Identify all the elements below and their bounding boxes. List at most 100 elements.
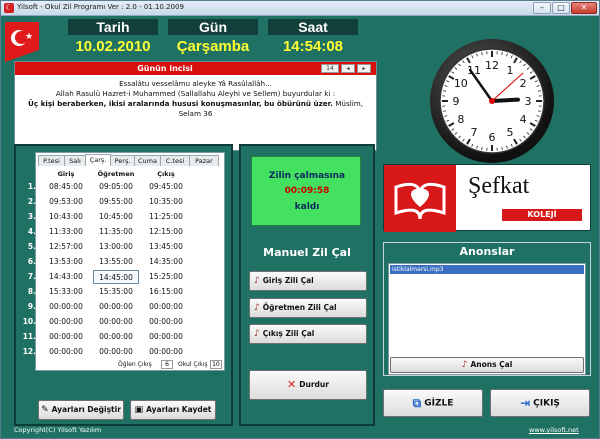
schedule-cell-cikis[interactable]: 00:00:00 bbox=[143, 330, 189, 344]
clock-numeral: 7 bbox=[471, 126, 478, 139]
schedule-cell-cikis[interactable]: 00:00:00 bbox=[143, 300, 189, 314]
row-number: 4. bbox=[27, 227, 36, 236]
schedule-cell-ogretmen[interactable]: 09:55:00 bbox=[93, 195, 139, 209]
row-number: 5. bbox=[27, 242, 36, 251]
schedule-cell-cikis[interactable]: 00:00:00 bbox=[143, 315, 189, 329]
quote-source: Müslim, bbox=[332, 99, 363, 108]
day-label: Gün bbox=[168, 19, 258, 35]
quote-line-2: Allah Rasulü Hazret-i Muhammed (Sallalla… bbox=[55, 89, 336, 98]
ring-cikis-label: Çıkış Zili Çal bbox=[262, 329, 315, 338]
turkish-flag-icon: ★ bbox=[5, 22, 39, 62]
play-announcement-button[interactable]: ♪ Anons Çal bbox=[390, 357, 584, 373]
bell-icon: ♪ bbox=[254, 329, 260, 339]
ring-ogretmen-button[interactable]: ♪ Öğretmen Zili Çal bbox=[249, 298, 367, 318]
tab-pazartesi[interactable]: P.tesi bbox=[38, 155, 65, 166]
schedule-cell-ogretmen[interactable]: 09:05:00 bbox=[93, 180, 139, 194]
clock-numeral: 4 bbox=[520, 113, 527, 126]
schedule-cell-giris[interactable]: 10:43:00 bbox=[43, 210, 89, 224]
client-area: ★ Tarih Gün Saat 10.02.2010 Çarşamba 14:… bbox=[1, 16, 599, 438]
schedule-cell-giris[interactable]: 14:43:00 bbox=[43, 270, 89, 284]
schedule-cell-giris[interactable]: 13:53:00 bbox=[43, 255, 89, 269]
copyright-text: Copyright(C) Yilsoft Yazılım bbox=[14, 426, 102, 434]
schedule-cell-ogretmen[interactable]: 13:55:00 bbox=[93, 255, 139, 269]
countdown-remaining: 00:09:58 bbox=[284, 186, 330, 196]
quote-next-button[interactable]: ▸ bbox=[357, 64, 371, 73]
quote-line-1: Essalâtu vesselâmu aleyke Yâ Rasûlallâh.… bbox=[119, 79, 272, 88]
schedule-cell-ogretmen[interactable]: 00:00:00 bbox=[93, 345, 139, 359]
row-number: 8. bbox=[27, 287, 36, 296]
stop-button[interactable]: ✕ Durdur bbox=[249, 370, 367, 400]
ring-giris-button[interactable]: ♪ Giriş Zili Çal bbox=[249, 271, 367, 291]
schedule-cell-cikis[interactable]: 16:15:00 bbox=[143, 285, 189, 299]
schedule-cell-ogretmen[interactable]: 15:35:00 bbox=[93, 285, 139, 299]
tab-pazar[interactable]: Pazar bbox=[189, 155, 219, 166]
schedule-cell-cikis[interactable]: 11:25:00 bbox=[143, 210, 189, 224]
schedule-cell-ogretmen[interactable]: 00:00:00 bbox=[93, 300, 139, 314]
tab-sali[interactable]: Salı bbox=[64, 155, 86, 166]
schedule-cell-ogretmen[interactable]: 11:35:00 bbox=[93, 225, 139, 239]
schedule-cell-giris[interactable]: 12:57:00 bbox=[43, 240, 89, 254]
website-link[interactable]: www.yilsoft.net bbox=[529, 426, 579, 434]
clock-face: 12 1234567891011 bbox=[439, 48, 545, 154]
edit-icon: ✎ bbox=[41, 405, 49, 415]
schedule-cell-cikis[interactable]: 12:15:00 bbox=[143, 225, 189, 239]
schedule-cell-cikis[interactable]: 14:35:00 bbox=[143, 255, 189, 269]
schedule-cell-cikis[interactable]: 13:45:00 bbox=[143, 240, 189, 254]
exit-button[interactable]: ⇥ ÇIKIŞ bbox=[490, 389, 590, 417]
settings-button-label: Ayarları Değiştir bbox=[51, 405, 121, 414]
schedule-cell-giris[interactable]: 00:00:00 bbox=[43, 300, 89, 314]
schedule-cell-giris[interactable]: 08:45:00 bbox=[43, 180, 89, 194]
announcements-list[interactable]: istiklalmarsi.mp3 ♪ Anons Çal bbox=[388, 263, 586, 375]
clock-numeral: 3 bbox=[525, 95, 532, 108]
close-button[interactable]: ✕ bbox=[571, 2, 597, 14]
okul-label: Okul Çıkış bbox=[178, 361, 208, 368]
school-logo: Şefkat KOLEJİ bbox=[383, 164, 591, 232]
ring-cikis-button[interactable]: ♪ Çıkış Zili Çal bbox=[249, 324, 367, 344]
exit-button-label: ÇIKIŞ bbox=[533, 398, 560, 409]
minimize-button[interactable]: – bbox=[533, 2, 551, 14]
schedule-cell-giris[interactable]: 09:53:00 bbox=[43, 195, 89, 209]
tab-cumartesi[interactable]: C.tesi bbox=[160, 155, 190, 166]
schedule-cell-cikis[interactable]: 10:35:00 bbox=[143, 195, 189, 209]
quote-body: Essalâtu vesselâmu aleyke Yâ Rasûlallâh.… bbox=[19, 79, 372, 119]
tab-carsamba[interactable]: Çarş. bbox=[85, 154, 111, 166]
schedule-cell-giris[interactable]: 00:00:00 bbox=[43, 315, 89, 329]
title-bar[interactable]: ☾ Yilsoft - Okul Zil Programı Ver : 2.0 … bbox=[1, 1, 599, 16]
row-number: 11. bbox=[22, 332, 36, 341]
schedule-cell-giris[interactable]: 00:00:00 bbox=[43, 345, 89, 359]
play-announcement-label: Anons Çal bbox=[470, 360, 513, 369]
schedule-cell-cikis[interactable]: 15:25:00 bbox=[143, 270, 189, 284]
schedule-cell-cikis[interactable]: 09:45:00 bbox=[143, 180, 189, 194]
schedule-cell-giris[interactable]: 15:33:00 bbox=[43, 285, 89, 299]
countdown-box: Zilin çalmasına 00:09:58 kaldı bbox=[251, 156, 361, 226]
schedule-cell-ogretmen[interactable]: 10:45:00 bbox=[93, 210, 139, 224]
schedule-cell-giris[interactable]: 00:00:00 bbox=[43, 330, 89, 344]
okul-input[interactable]: 10 bbox=[210, 360, 222, 369]
schedule-cell-giris[interactable]: 11:33:00 bbox=[43, 225, 89, 239]
announcement-item[interactable]: istiklalmarsi.mp3 bbox=[390, 265, 584, 274]
tab-persembe[interactable]: Perş. bbox=[110, 155, 135, 166]
schedule-cell-ogretmen[interactable]: 13:00:00 bbox=[93, 240, 139, 254]
exit-door-icon: ⇥ bbox=[520, 396, 531, 410]
stop-x-icon: ✕ bbox=[287, 378, 297, 391]
row-number: 1. bbox=[27, 182, 36, 191]
schedule-cell-ogretmen[interactable]: 14:45:00 bbox=[93, 270, 139, 284]
schedule-cell-ogretmen[interactable]: 00:00:00 bbox=[93, 315, 139, 329]
save-button[interactable]: ▣ Ayarları Kaydet bbox=[130, 400, 216, 420]
tab-cuma[interactable]: Cuma bbox=[134, 155, 161, 166]
hide-button[interactable]: ⧉ GİZLE bbox=[383, 389, 483, 417]
quote-number: 14 bbox=[321, 64, 339, 73]
date-label: Tarih bbox=[68, 19, 158, 35]
row-number: 3. bbox=[27, 212, 36, 221]
col-head-ogretmen: Öğretmen bbox=[97, 170, 135, 178]
maximize-button[interactable]: □ bbox=[552, 2, 570, 14]
quote-line-3: Üç kişi beraberken, ikisi aralarında hus… bbox=[19, 99, 372, 109]
row-number: 2. bbox=[27, 197, 36, 206]
logo-subtitle: KOLEJİ bbox=[502, 209, 582, 221]
oglen-input[interactable]: 6 bbox=[161, 360, 173, 369]
countdown-suffix: kaldı bbox=[294, 202, 320, 212]
schedule-cell-ogretmen[interactable]: 00:00:00 bbox=[93, 330, 139, 344]
schedule-cell-cikis[interactable]: 00:00:00 bbox=[143, 345, 189, 359]
settings-button[interactable]: ✎ Ayarları Değiştir bbox=[38, 400, 124, 420]
quote-prev-button[interactable]: ◂ bbox=[341, 64, 355, 73]
